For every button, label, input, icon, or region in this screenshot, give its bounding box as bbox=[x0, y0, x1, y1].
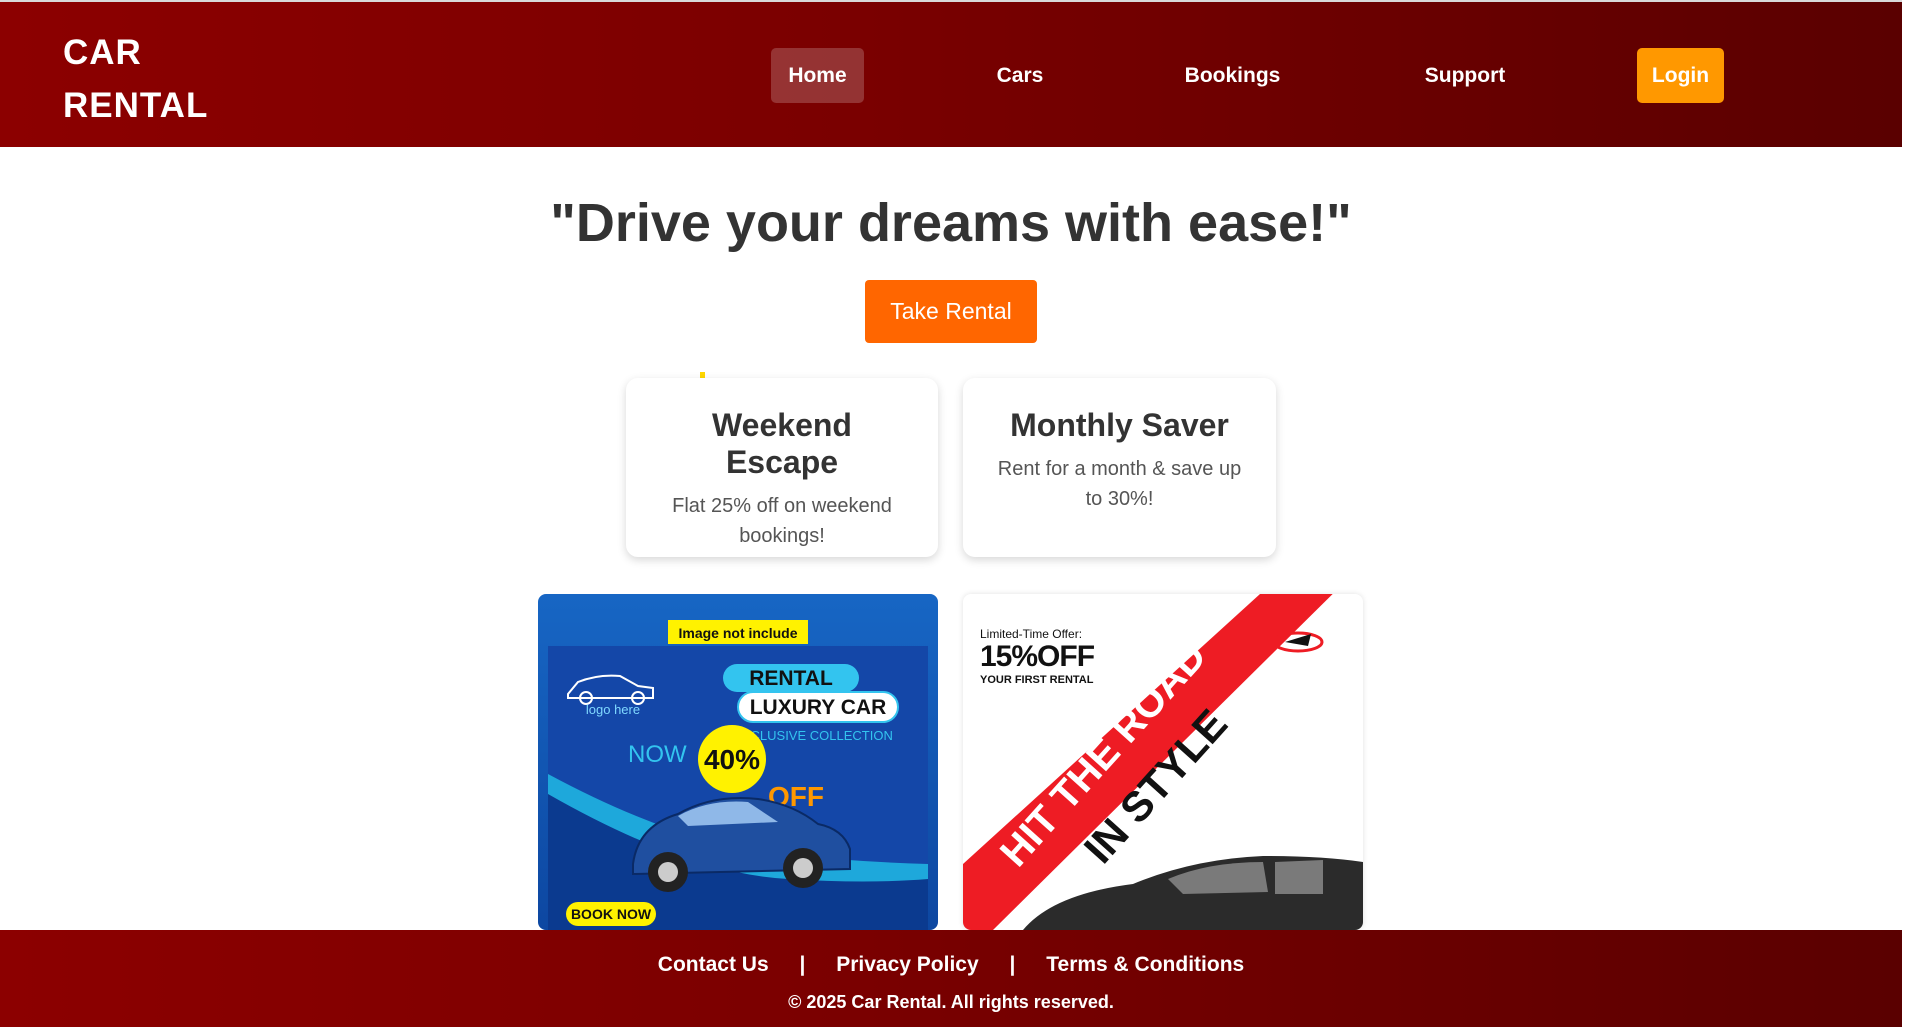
nav-support[interactable]: Support bbox=[1410, 48, 1520, 103]
poster-discount: 40% bbox=[704, 744, 760, 775]
poster-limited-text: Limited-Time Offer: bbox=[980, 627, 1082, 641]
offer-card-weekend-escape: Weekend Escape Flat 25% off on weekend b… bbox=[626, 378, 938, 557]
footer-separator: | bbox=[1009, 953, 1016, 976]
footer-link-contact[interactable]: Contact Us bbox=[658, 953, 769, 977]
logo-line-1: CAR bbox=[63, 33, 142, 72]
offer-card-monthly-saver: Monthly Saver Rent for a month & save up… bbox=[963, 378, 1276, 557]
nav-cars[interactable]: Cars bbox=[980, 48, 1060, 103]
footer-link-privacy[interactable]: Privacy Policy bbox=[836, 953, 978, 977]
footer-separator: | bbox=[799, 953, 806, 976]
poster-first-rental-text: YOUR FIRST RENTAL bbox=[980, 674, 1094, 686]
poster-luxury-car-graphic: Image not include logo here RENTAL LUXUR… bbox=[548, 620, 928, 930]
take-rental-button[interactable]: Take Rental bbox=[865, 280, 1037, 343]
poster-tag-luxury: LUXURY CAR bbox=[750, 696, 887, 719]
offer-description: Rent for a month & save up to 30%! bbox=[997, 458, 1242, 510]
poster-percent-text: 15%OFF bbox=[980, 640, 1095, 673]
site-header: CAR RENTAL Home Cars Bookings Support Lo… bbox=[0, 0, 1902, 147]
poster-now: NOW bbox=[628, 741, 687, 768]
site-footer: Contact Us | Privacy Policy | Terms & Co… bbox=[0, 930, 1902, 1027]
poster-tag-rental: RENTAL bbox=[749, 667, 833, 690]
footer-links: Contact Us | Privacy Policy | Terms & Co… bbox=[0, 953, 1902, 977]
hero-tagline: "Drive your dreams with ease!" bbox=[550, 193, 1352, 253]
nav-home[interactable]: Home bbox=[771, 48, 864, 103]
poster-book-now: BOOK NOW bbox=[571, 906, 652, 922]
logo-line-2: RENTAL bbox=[63, 86, 209, 125]
promo-poster-hit-the-road: Limited-Time Offer: 15%OFF YOUR FIRST RE… bbox=[963, 594, 1363, 930]
footer-copyright: © 2025 Car Rental. All rights reserved. bbox=[788, 992, 1114, 1012]
poster-hit-the-road-graphic: Limited-Time Offer: 15%OFF YOUR FIRST RE… bbox=[963, 594, 1363, 930]
login-button[interactable]: Login bbox=[1637, 48, 1724, 103]
promo-poster-luxury-car: Image not include logo here RENTAL LUXUR… bbox=[538, 594, 938, 930]
site-logo[interactable]: CAR RENTAL bbox=[63, 26, 223, 132]
poster-logo-text: logo here bbox=[586, 702, 640, 717]
poster-badge-text: Image not include bbox=[678, 625, 797, 641]
offer-title: Weekend Escape bbox=[712, 407, 852, 480]
black-car-icon bbox=[1023, 856, 1363, 930]
footer-link-terms[interactable]: Terms & Conditions bbox=[1046, 953, 1244, 977]
offer-description: Flat 25% off on weekend bookings! bbox=[672, 495, 892, 547]
offer-title: Monthly Saver bbox=[1010, 407, 1229, 443]
nav-bookings[interactable]: Bookings bbox=[1170, 48, 1295, 103]
